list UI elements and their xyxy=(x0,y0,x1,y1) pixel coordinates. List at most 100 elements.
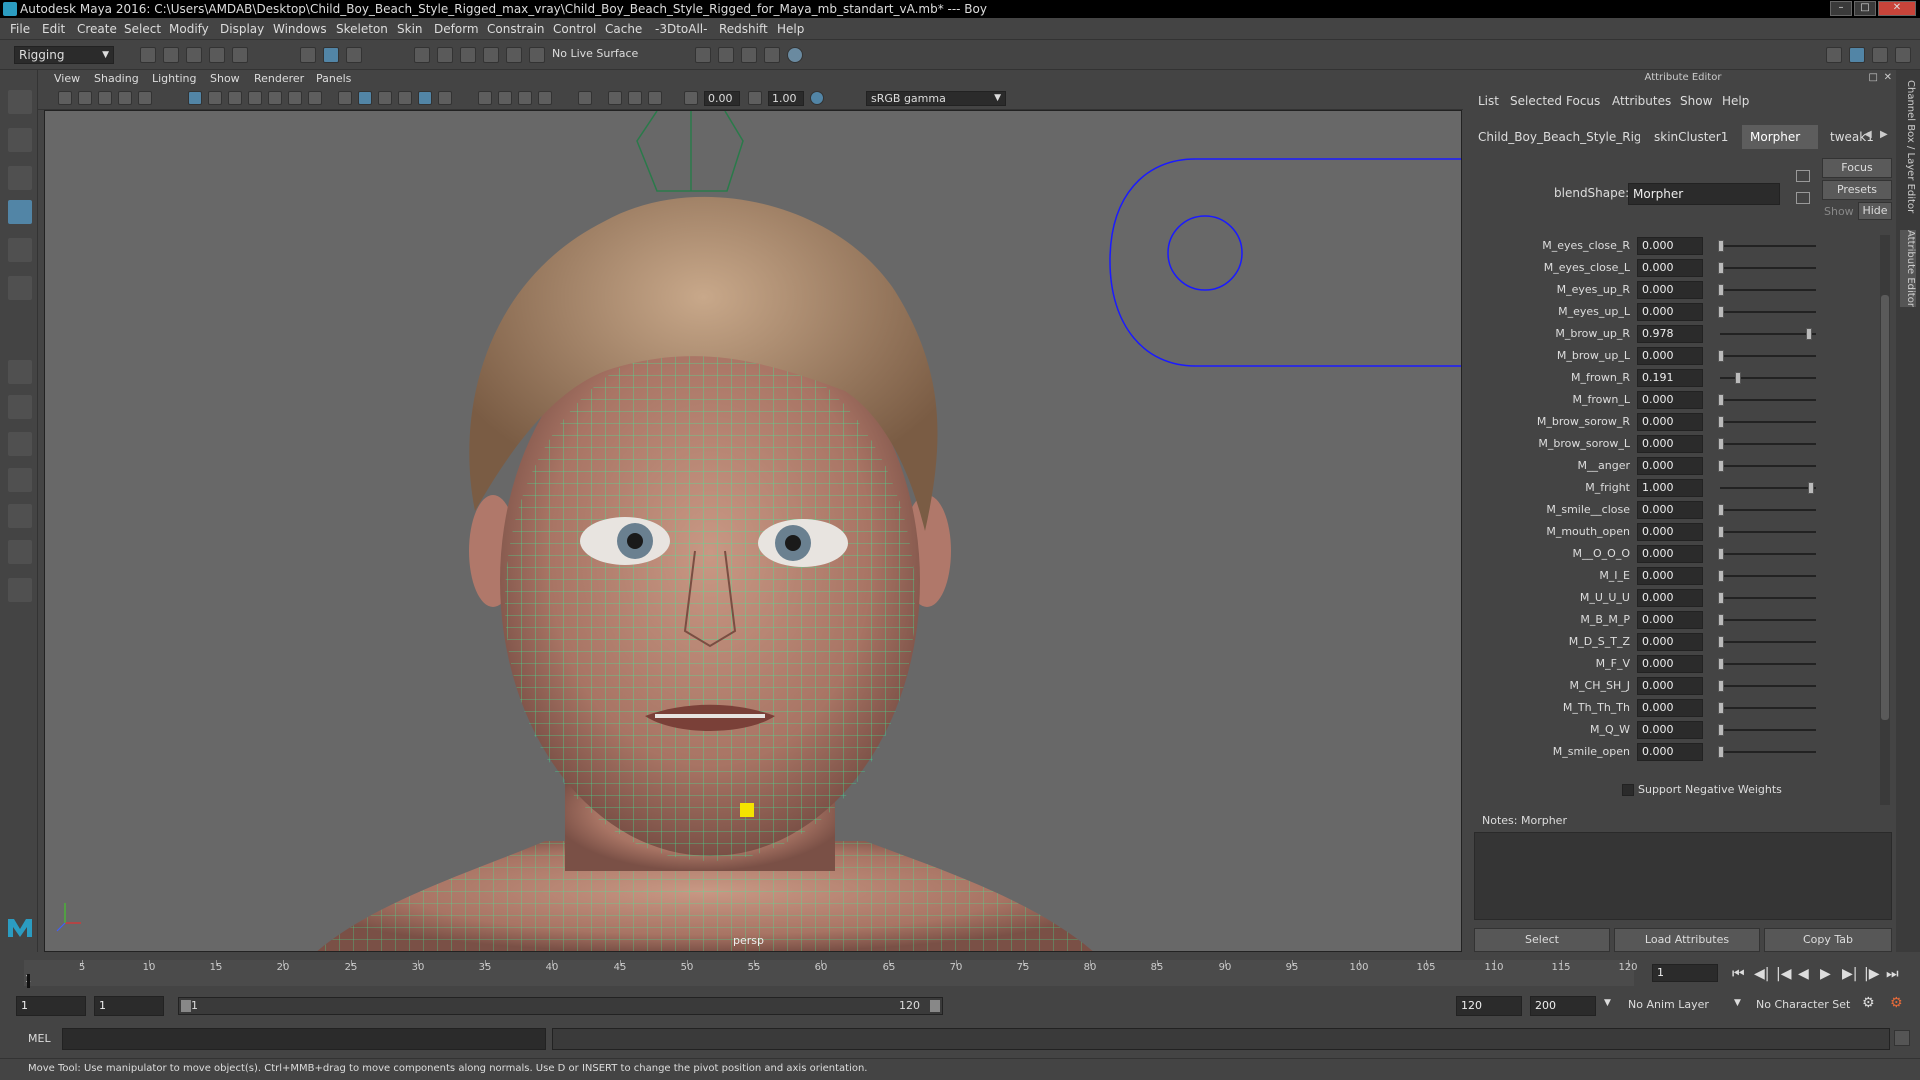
snap-surface-icon[interactable] xyxy=(506,47,522,63)
resolution-gate-icon[interactable] xyxy=(228,91,242,105)
weight-slider-handle[interactable] xyxy=(1806,328,1813,340)
gamma-icon[interactable] xyxy=(748,91,762,105)
weight-slider-track[interactable] xyxy=(1720,663,1816,665)
select-object-icon[interactable] xyxy=(323,47,339,63)
channel-box-tab[interactable]: Channel Box / Layer Editor xyxy=(1900,80,1916,213)
menu-control[interactable]: Control xyxy=(553,22,596,36)
weight-slider-handle[interactable] xyxy=(1718,680,1724,692)
weight-slider-handle[interactable] xyxy=(1718,614,1724,626)
ae-menu-focus[interactable]: Focus xyxy=(1566,94,1600,108)
menu-file[interactable]: File xyxy=(10,22,30,36)
weight-value-field[interactable]: 0.978 xyxy=(1637,325,1703,343)
weight-value-field[interactable]: 0.000 xyxy=(1637,281,1703,299)
animation-end-field[interactable]: 200 xyxy=(1530,996,1596,1016)
snap-grid-icon[interactable] xyxy=(414,47,430,63)
focus-button[interactable]: Focus xyxy=(1822,158,1892,178)
paint-select-tool-icon[interactable] xyxy=(8,166,32,190)
xray-icon[interactable] xyxy=(608,91,622,105)
attribute-editor-toggle-icon[interactable] xyxy=(1849,47,1865,63)
layout-options-icon[interactable] xyxy=(8,578,32,602)
viewport-menu-lighting[interactable]: Lighting xyxy=(152,72,196,85)
weight-slider-handle[interactable] xyxy=(1718,262,1724,274)
weight-value-field[interactable]: 0.000 xyxy=(1637,677,1703,695)
menu-redshift[interactable]: Redshift xyxy=(719,22,768,36)
ae-menu-selected[interactable]: Selected xyxy=(1510,94,1562,108)
weight-slider-handle[interactable] xyxy=(1718,394,1724,406)
select-component-icon[interactable] xyxy=(346,47,362,63)
playback-end-field[interactable]: 120 xyxy=(1456,996,1522,1016)
screen-space-ao-icon[interactable] xyxy=(498,91,512,105)
weight-slider-handle[interactable] xyxy=(1718,416,1724,428)
auto-key-icon[interactable]: ⚙ xyxy=(1862,995,1875,1011)
new-scene-icon[interactable] xyxy=(140,47,156,63)
weight-slider-handle[interactable] xyxy=(1718,306,1724,318)
weight-slider-handle[interactable] xyxy=(1735,372,1742,384)
weight-slider-track[interactable] xyxy=(1720,465,1816,467)
script-language-label[interactable]: MEL xyxy=(28,1032,51,1045)
weight-value-field[interactable]: 0.000 xyxy=(1637,457,1703,475)
weight-slider-track[interactable] xyxy=(1720,399,1816,401)
menu-deform[interactable]: Deform xyxy=(434,22,479,36)
camera-attributes-icon[interactable] xyxy=(58,91,72,105)
select-hierarchy-icon[interactable] xyxy=(300,47,316,63)
weight-slider-track[interactable] xyxy=(1720,707,1816,709)
weight-value-field[interactable]: 0.000 xyxy=(1637,743,1703,761)
tab-child-boy[interactable]: Child_Boy_Beach_Style_Rigged xyxy=(1470,125,1640,149)
current-frame-field[interactable]: 1 xyxy=(1652,964,1718,982)
animation-start-field[interactable]: 1 xyxy=(16,996,86,1016)
persp-outliner-layout-icon[interactable] xyxy=(8,540,32,564)
render-view-icon[interactable] xyxy=(718,47,734,63)
tab-skincluster1[interactable]: skinCluster1 xyxy=(1646,125,1738,149)
menu-edit[interactable]: Edit xyxy=(42,22,65,36)
snap-curve-icon[interactable] xyxy=(437,47,453,63)
weight-slider-track[interactable] xyxy=(1720,575,1816,577)
weight-slider-track[interactable] xyxy=(1720,531,1816,533)
current-time-marker[interactable] xyxy=(27,974,30,988)
weight-slider-handle[interactable] xyxy=(1718,658,1724,670)
weight-slider-track[interactable] xyxy=(1720,487,1816,489)
play-forwards-icon[interactable]: ▶ xyxy=(1820,966,1831,982)
weight-value-field[interactable]: 0.000 xyxy=(1637,413,1703,431)
anti-aliasing-icon[interactable] xyxy=(538,91,552,105)
weight-slider-handle[interactable] xyxy=(1718,438,1724,450)
isolate-select-icon[interactable] xyxy=(578,91,592,105)
playback-start-field[interactable]: 1 xyxy=(94,996,164,1016)
film-gate-icon[interactable] xyxy=(208,91,222,105)
step-back-frame-icon[interactable]: ◀| xyxy=(1754,966,1769,982)
script-editor-icon[interactable] xyxy=(1894,1030,1910,1046)
rotate-tool-icon[interactable] xyxy=(8,238,32,262)
weight-slider-handle[interactable] xyxy=(1718,460,1724,472)
menu-3dtoall[interactable]: -3DtoAll- xyxy=(655,22,707,36)
modeling-toolkit-icon[interactable] xyxy=(1826,47,1842,63)
xray-active-icon[interactable] xyxy=(628,91,642,105)
image-plane-icon[interactable] xyxy=(98,91,112,105)
menu-help[interactable]: Help xyxy=(777,22,804,36)
close-button[interactable]: ✕ xyxy=(1878,1,1916,16)
weight-slider-track[interactable] xyxy=(1720,597,1816,599)
float-panel-icon[interactable]: □ xyxy=(1869,72,1878,83)
snap-live-icon[interactable] xyxy=(529,47,545,63)
motion-blur-icon[interactable] xyxy=(518,91,532,105)
command-input[interactable] xyxy=(62,1028,546,1050)
select-tool-icon[interactable] xyxy=(8,90,32,114)
weight-slider-handle[interactable] xyxy=(1718,570,1724,582)
select-button[interactable]: Select xyxy=(1474,928,1610,952)
snap-view-icon[interactable] xyxy=(483,47,499,63)
render-frame-icon[interactable] xyxy=(741,47,757,63)
weight-value-field[interactable]: 0.191 xyxy=(1637,369,1703,387)
weight-value-field[interactable]: 0.000 xyxy=(1637,567,1703,585)
range-slider[interactable]: 1 120 xyxy=(178,997,943,1015)
tab-morpher[interactable]: Morpher xyxy=(1742,125,1818,149)
menu-select[interactable]: Select xyxy=(124,22,161,36)
open-scene-icon[interactable] xyxy=(163,47,179,63)
weight-slider-handle[interactable] xyxy=(1718,284,1724,296)
outliner-layout-icon[interactable] xyxy=(8,504,32,528)
weight-value-field[interactable]: 0.000 xyxy=(1637,699,1703,717)
weight-slider-handle[interactable] xyxy=(1718,504,1724,516)
weight-value-field[interactable]: 0.000 xyxy=(1637,589,1703,607)
menu-display[interactable]: Display xyxy=(220,22,264,36)
render-settings-icon[interactable] xyxy=(695,47,711,63)
copy-tab-button[interactable]: Copy Tab xyxy=(1764,928,1892,952)
weight-slider-track[interactable] xyxy=(1720,751,1816,753)
step-forward-key-icon[interactable]: ▶| xyxy=(1842,966,1857,982)
